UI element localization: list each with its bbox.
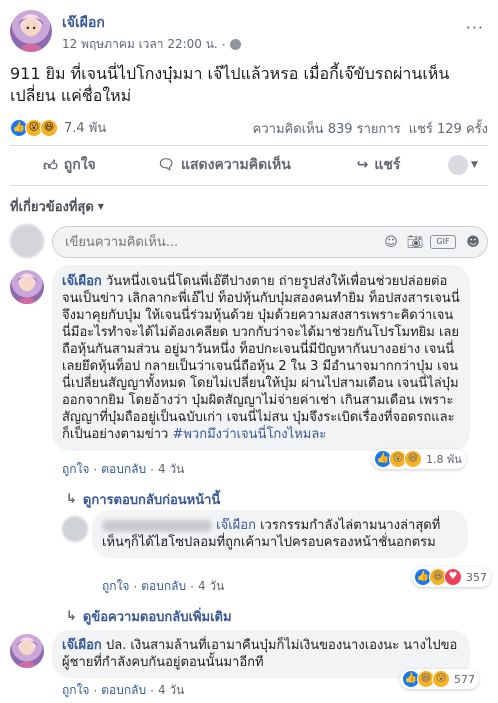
emoji-icon[interactable]: ☺ bbox=[379, 235, 403, 250]
comment-time[interactable]: 4 วัน bbox=[158, 460, 184, 479]
gif-icon[interactable]: GIF bbox=[430, 235, 456, 249]
like-button[interactable]: 👍︎ ถูกใจ bbox=[10, 154, 129, 176]
comment-reply-link[interactable]: ตอบกลับ bbox=[101, 460, 146, 479]
blurred-replier-name[interactable] bbox=[102, 519, 212, 532]
heart-reaction-icon: ♥ bbox=[444, 568, 462, 586]
post-date[interactable]: 12 พฤษภาคม เวลา 22:00 น. bbox=[62, 35, 218, 54]
share-arrow-icon: ↪ bbox=[356, 157, 369, 173]
comment-input[interactable] bbox=[53, 233, 379, 251]
chevron-down-icon: ▼ bbox=[471, 160, 478, 170]
like-button-label: ถูกใจ bbox=[63, 157, 96, 173]
sticker-icon[interactable]: ☻ bbox=[459, 235, 487, 250]
comment-author[interactable]: เจ๊เผือก bbox=[62, 274, 102, 289]
comment-like-link[interactable]: ถูกใจ bbox=[62, 460, 89, 479]
audience-selector[interactable]: ▼ bbox=[438, 155, 488, 175]
divider bbox=[10, 185, 488, 186]
comment-button-label: แสดงความคิดเห็น bbox=[180, 157, 291, 173]
share-count[interactable]: แชร์ 129 ครั้ง bbox=[409, 118, 488, 139]
post-text: 911 ยิม ที่เจนนี่ไปโกงบุ๋มมา เจ๊ไปแล้วหร… bbox=[10, 64, 450, 105]
reply-like-link[interactable]: ถูกใจ bbox=[102, 577, 129, 596]
view-more-replies-label: ดูข้อความตอบกลับเพิ่มเติม bbox=[82, 610, 232, 625]
comment-reaction-count: 1.8 พัน bbox=[426, 453, 462, 466]
reply-text: ปล. เงินสามล้านที่เอามาคืนบุ๋มก็ไม่เงินข… bbox=[62, 638, 458, 670]
comment-text: วันหนึ่งเจนนี่โดนพี่เอ๊ตีปางตาย ถ่ายรูปส… bbox=[62, 274, 460, 442]
comment-bubble: เจ๊เผือก วันหนึ่งเจนนี่โดนพี่เอ๊ตีปางตาย… bbox=[52, 265, 470, 451]
my-avatar bbox=[10, 224, 44, 258]
comment-count[interactable]: ความคิดเห็น 839 รายการ bbox=[253, 118, 401, 139]
dot-separator: · bbox=[93, 462, 98, 477]
divider bbox=[10, 145, 488, 146]
profile-thumb-icon bbox=[448, 155, 469, 175]
thumbs-up-icon: 👍︎ bbox=[43, 157, 58, 174]
filter-label: ที่เกี่ยวข้องที่สุด bbox=[10, 200, 94, 215]
share-button[interactable]: ↪ แชร์ bbox=[319, 154, 438, 176]
reply-reply-link[interactable]: ตอบกลับ bbox=[141, 577, 186, 596]
reply-reaction-count: 357 bbox=[466, 570, 487, 584]
camera-icon[interactable]: 📷︎ bbox=[403, 235, 427, 250]
reply-reactions[interactable]: 👍 😆 😮 577 bbox=[400, 669, 479, 689]
haha-reaction-icon: 😆 bbox=[40, 118, 58, 137]
comment-reactions[interactable]: 👍 😮 😆 1.8 พัน bbox=[372, 449, 466, 469]
comment-input-box[interactable]: ☺ 📷︎ GIF ☻ bbox=[52, 226, 488, 258]
comment-button[interactable]: 🗨︎ แสดงความคิดเห็น bbox=[129, 154, 319, 176]
reply-arrow-icon: ↳ bbox=[66, 609, 77, 624]
comment-hashtag[interactable]: #พวกมึงว่าเจนนี่โกงไหมละ bbox=[172, 427, 326, 442]
replier-avatar[interactable] bbox=[62, 516, 88, 542]
reply-time[interactable]: 4 วัน bbox=[158, 681, 184, 700]
haha-reaction-icon: 😆 bbox=[404, 450, 422, 468]
post-author[interactable]: เจ๊เผือก bbox=[62, 12, 105, 34]
globe-icon bbox=[229, 39, 241, 50]
comment-filter[interactable]: ที่เกี่ยวข้องที่สุด ▼ bbox=[10, 196, 104, 217]
dot-separator: · bbox=[150, 462, 154, 477]
share-button-label: แชร์ bbox=[374, 157, 401, 173]
reaction-summary[interactable]: 👍 😮 😆 7.4 พัน bbox=[10, 117, 106, 138]
reply-reaction-count: 577 bbox=[454, 672, 475, 686]
reply-arrow-icon: ↳ bbox=[66, 492, 77, 507]
view-more-replies[interactable]: ↳ ดูข้อความตอบกลับเพิ่มเติม bbox=[66, 606, 232, 627]
post-options-icon[interactable]: ··· bbox=[466, 18, 484, 37]
view-previous-replies-label: ดูการตอบกลับก่อนหน้านี้ bbox=[82, 493, 221, 508]
replier-avatar[interactable] bbox=[10, 634, 44, 668]
reply-like-link[interactable]: ถูกใจ bbox=[62, 681, 89, 700]
reply-reply-link[interactable]: ตอบกลับ bbox=[101, 681, 146, 700]
reply-mention[interactable]: เจ๊เผือก bbox=[216, 518, 256, 533]
reply-bubble: เจ๊เผือก เวรกรรมกำลังไล่ตามนางล่าสุดที่เ… bbox=[92, 510, 468, 558]
dot-separator: · bbox=[221, 37, 226, 52]
wow-reaction-icon: 😮 bbox=[432, 670, 450, 688]
commenter-avatar[interactable] bbox=[10, 270, 44, 304]
caret-down-icon: ▼ bbox=[97, 202, 104, 211]
view-previous-replies[interactable]: ↳ ดูการตอบกลับก่อนหน้านี้ bbox=[66, 489, 220, 510]
reply-reactions[interactable]: 👍 😆 ♥ 357 bbox=[412, 567, 491, 587]
dot-separator: · bbox=[133, 579, 138, 594]
speech-bubble-icon: 🗨︎ bbox=[157, 157, 175, 173]
dot-separator: · bbox=[190, 579, 194, 594]
author-avatar[interactable] bbox=[10, 10, 52, 52]
reply-time[interactable]: 4 วัน bbox=[198, 577, 224, 596]
reaction-count: 7.4 พัน bbox=[64, 121, 107, 136]
dot-separator: · bbox=[150, 683, 154, 698]
dot-separator: · bbox=[93, 683, 98, 698]
reply-author[interactable]: เจ๊เผือก bbox=[62, 638, 102, 653]
